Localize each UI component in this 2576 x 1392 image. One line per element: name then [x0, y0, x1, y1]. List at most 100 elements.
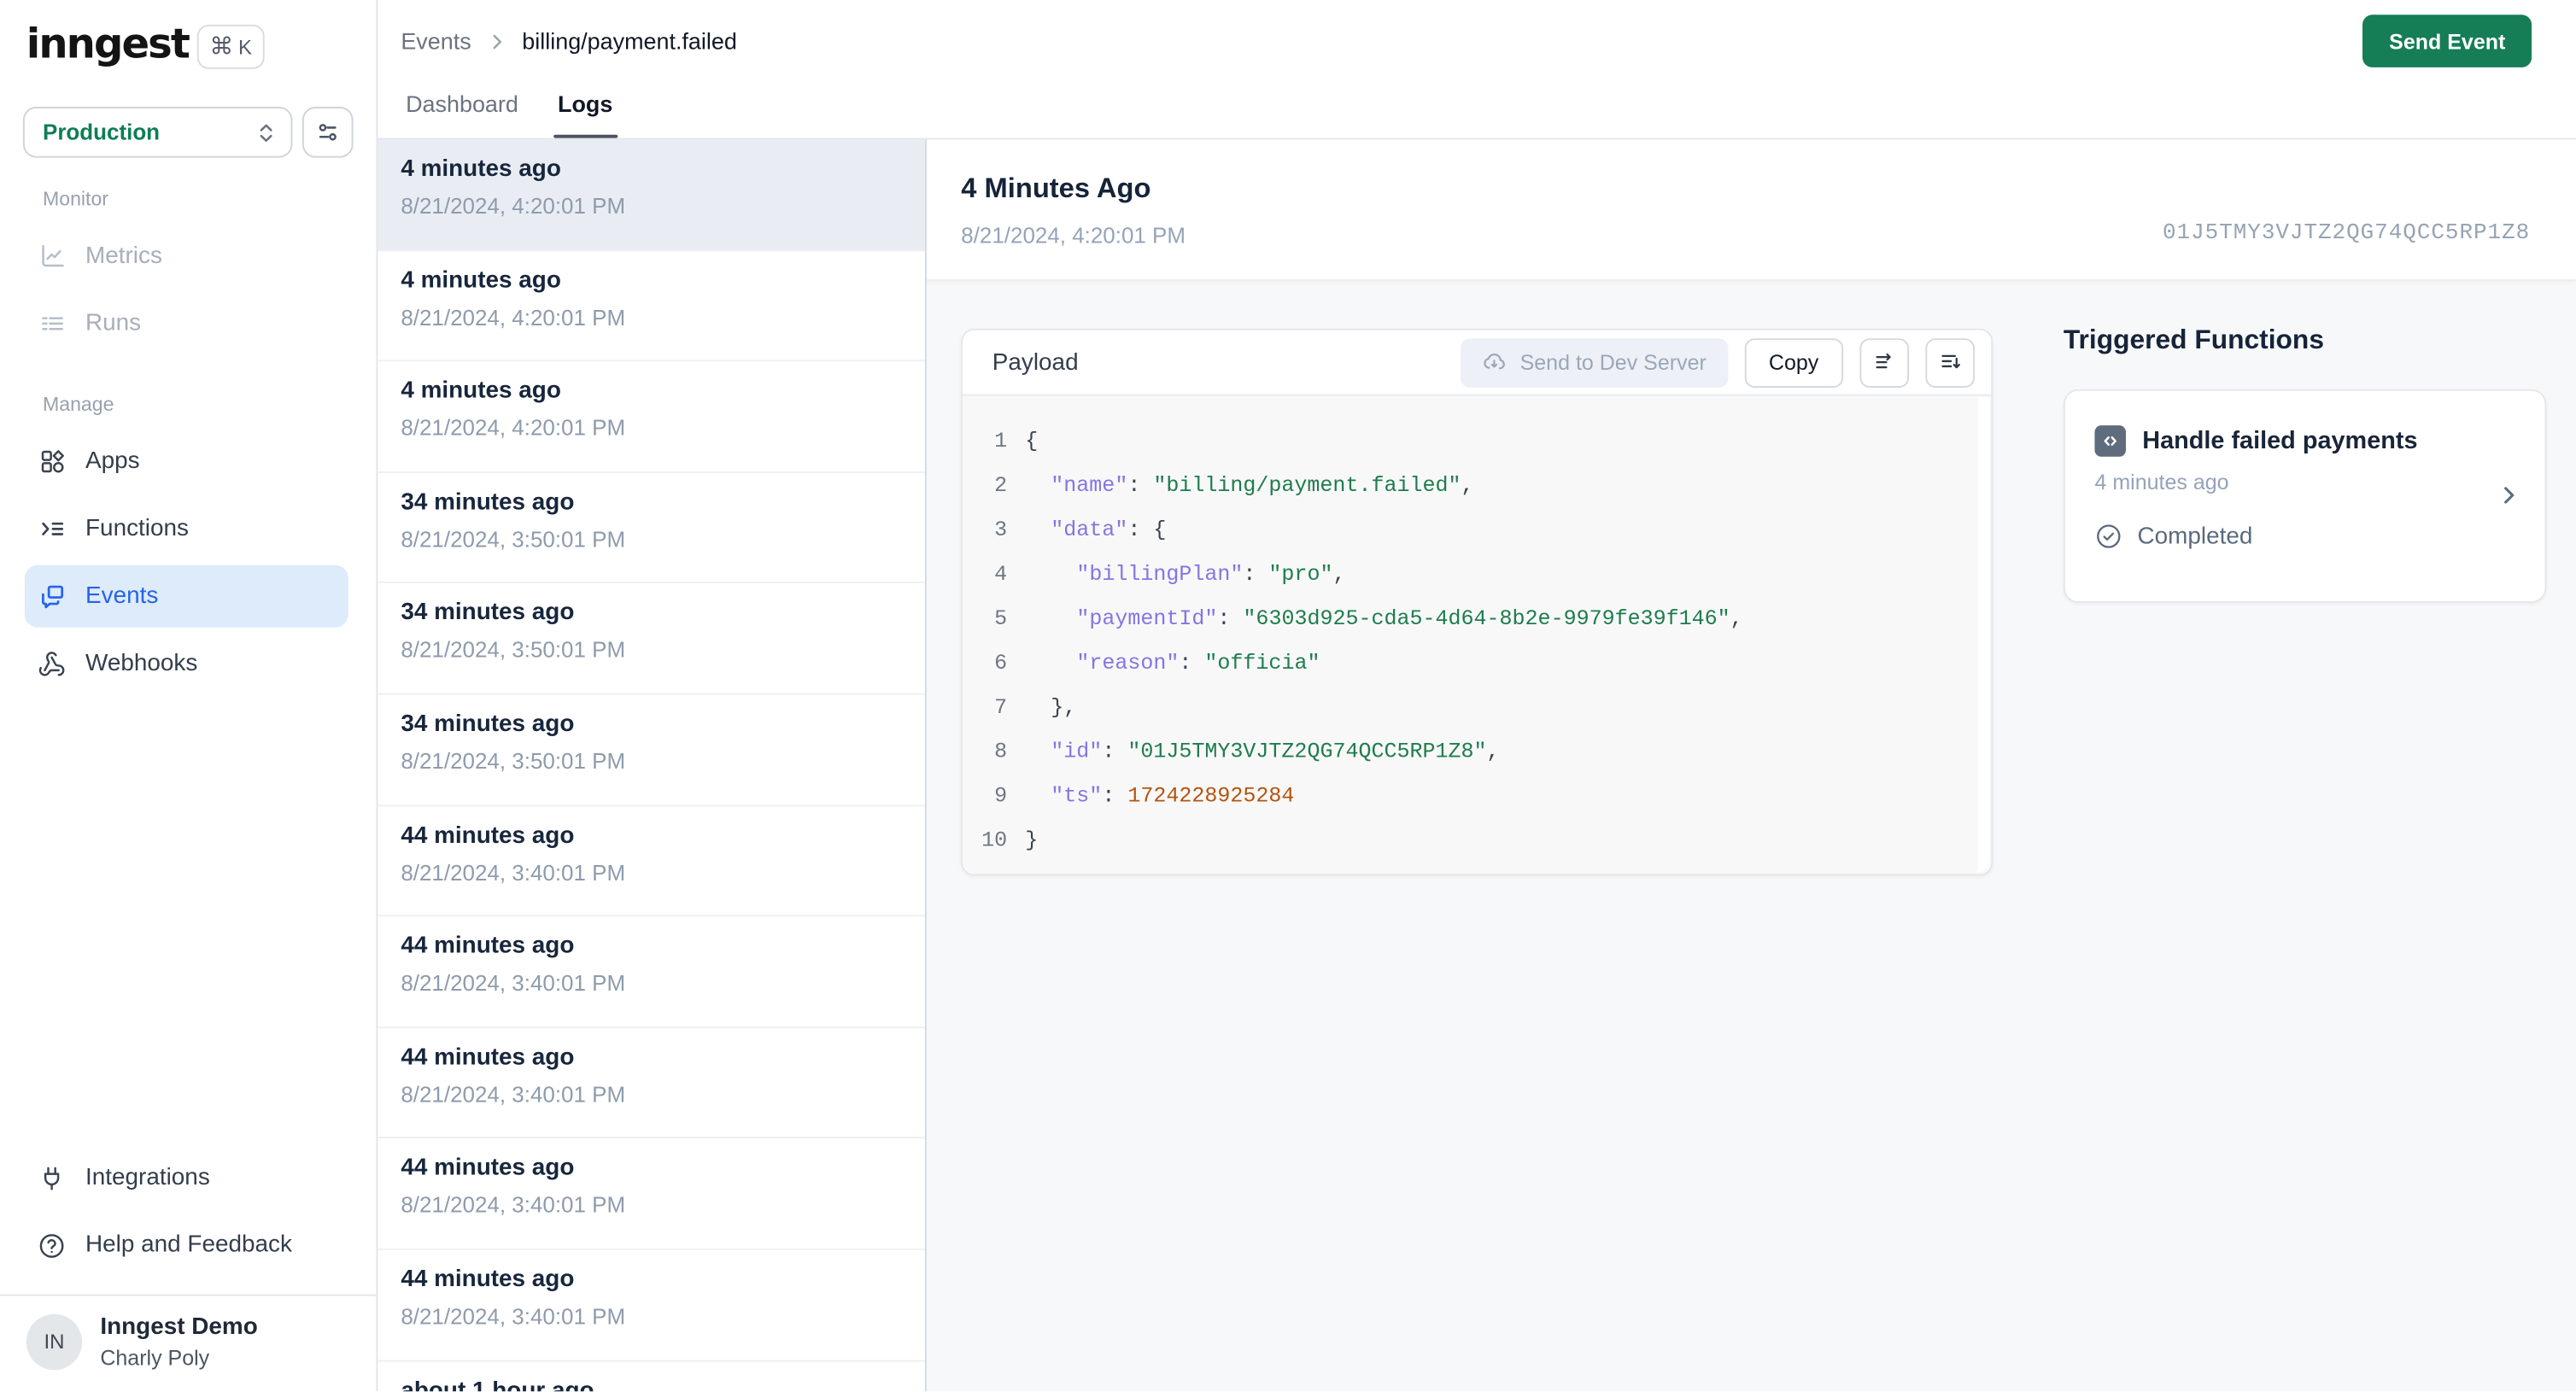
payload-card: Payload Send to Dev Server Copy 1 {2 "n… [961, 328, 1993, 876]
event-item-timestamp: 8/21/2024, 3:50:01 PM [401, 749, 626, 774]
send-to-dev-server-label: Send to Dev Server [1519, 349, 1707, 375]
triggered-function-card[interactable]: Handle failed payments 4 minutes ago Compl… [2063, 389, 2547, 603]
line-number: 5 [994, 605, 1008, 631]
user-menu[interactable]: IN Inngest Demo Charly Poly [0, 1296, 376, 1392]
event-item-title: 4 minutes ago [401, 377, 561, 405]
code-text: } [1025, 828, 1039, 853]
function-status-label: Completed [2137, 523, 2253, 550]
function-run-time: 4 minutes ago [2094, 470, 2229, 494]
tab-logs[interactable]: Logs [553, 74, 619, 138]
sidebar-item-label: Help and Feedback [85, 1232, 292, 1260]
code-text: "name": "billing/payment.failed", [1051, 472, 1474, 498]
code-text: "ts": 1724228925284 [1051, 783, 1295, 809]
event-list-item[interactable]: 34 minutes ago 8/21/2024, 3:50:01 PM [378, 695, 925, 806]
event-list-item[interactable]: 44 minutes ago 8/21/2024, 3:40:01 PM [378, 806, 925, 917]
event-list-item[interactable]: 44 minutes ago 8/21/2024, 3:40:01 PM [378, 1250, 925, 1361]
event-item-timestamp: 8/21/2024, 3:40:01 PM [401, 1304, 626, 1329]
sidebar-item-webhooks[interactable]: Webhooks [25, 633, 348, 695]
event-list-item[interactable]: 34 minutes ago 8/21/2024, 3:50:01 PM [378, 584, 925, 695]
sidebar-footer: Integrations Help and Feedback IN Innges… [0, 1147, 377, 1392]
payload-code-editor[interactable]: 1{2 "name": "billing/payment.failed", 3 "… [963, 395, 1992, 874]
event-list-item[interactable]: 4 minutes ago 8/21/2024, 4:20:01 PM [378, 251, 925, 362]
chevron-right-icon [2497, 483, 2522, 508]
code-line: 6 "reason": "officia" [963, 640, 1991, 685]
event-item-title: about 1 hour ago [401, 1377, 594, 1392]
user-subtitle: Charly Poly [100, 1346, 210, 1371]
event-list-item[interactable]: 44 minutes ago 8/21/2024, 3:40:01 PM [378, 1028, 925, 1139]
code-text: "billingPlan": "pro", [1076, 561, 1346, 587]
event-item-title: 34 minutes ago [401, 599, 575, 627]
shortcut-key-label: K [238, 35, 253, 59]
user-name: Inngest Demo [100, 1314, 258, 1342]
event-list-item[interactable]: 44 minutes ago 8/21/2024, 3:40:01 PM [378, 917, 925, 1028]
word-wrap-button[interactable] [1859, 337, 1910, 387]
event-list-items: 4 minutes ago 8/21/2024, 4:20:01 PM 4 minu… [378, 139, 925, 1392]
payload-title: Payload [992, 348, 1079, 376]
sidebar-item-integrations[interactable]: Integrations [25, 1147, 348, 1209]
check-circle-icon [2094, 523, 2122, 551]
scroll-to-bottom-button[interactable] [1925, 337, 1976, 387]
breadcrumb: Events billing/payment.failed [401, 28, 736, 55]
function-code-icon [2094, 425, 2127, 457]
event-list: 4 minutes ago 8/21/2024, 4:20:01 PM 4 minu… [378, 139, 927, 1392]
code-line: 7 }, [963, 685, 1991, 729]
inngest-logo: inngest [26, 20, 190, 67]
event-item-title: 4 minutes ago [401, 266, 561, 294]
events-messages-icon [38, 582, 66, 611]
runs-list-icon [38, 310, 66, 338]
code-scrollbar[interactable] [1977, 397, 1990, 873]
event-item-title: 44 minutes ago [401, 822, 575, 849]
sidebar-item-label: Apps [85, 448, 140, 475]
nav-section-monitor: Monitor [43, 187, 108, 211]
sidebar-item-metrics[interactable]: Metrics [25, 225, 348, 288]
event-item-timestamp: 8/21/2024, 3:50:01 PM [401, 638, 626, 663]
triggered-functions-heading: Triggered Functions [2063, 325, 2325, 355]
app-root: inngest ⌘ K Production Monitor Metrics R… [0, 0, 2576, 1392]
code-line: 9 "ts": 1724228925284 [963, 774, 1991, 818]
event-item-timestamp: 8/21/2024, 4:20:01 PM [401, 304, 626, 330]
sidebar-item-functions[interactable]: Functions [25, 498, 348, 560]
environment-selector[interactable]: Production [22, 107, 293, 158]
copy-button[interactable]: Copy [1744, 337, 1844, 387]
environment-settings-button[interactable] [302, 107, 354, 158]
event-item-timestamp: 8/21/2024, 3:40:01 PM [401, 1193, 626, 1218]
send-to-dev-server-button[interactable]: Send to Dev Server [1461, 337, 1728, 387]
send-event-button[interactable]: Send Event [2362, 15, 2532, 67]
code-line: 3 "data": { [963, 507, 1991, 552]
event-item-timestamp: 8/21/2024, 3:50:01 PM [401, 527, 626, 552]
sidebar-item-help-and-feedback[interactable]: Help and Feedback [25, 1214, 348, 1277]
code-text: { [1025, 429, 1039, 453]
breadcrumb-current: billing/payment.failed [522, 27, 737, 55]
event-item-timestamp: 8/21/2024, 3:40:01 PM [401, 1082, 626, 1107]
breadcrumb-events-link[interactable]: Events [401, 28, 471, 55]
event-detail-panel: 4 Minutes Ago 8/21/2024, 4:20:01 PM 01J5… [926, 139, 2576, 1392]
event-detail-header: 4 Minutes Ago 8/21/2024, 4:20:01 PM 01J5… [926, 139, 2576, 281]
sidebar-item-apps[interactable]: Apps [25, 430, 348, 493]
lines-arrow-down-icon [1938, 350, 1963, 375]
event-list-item[interactable]: 34 minutes ago 8/21/2024, 3:50:01 PM [378, 473, 925, 584]
event-item-timestamp: 8/21/2024, 3:40:01 PM [401, 971, 626, 996]
tab-dashboard[interactable]: Dashboard [401, 74, 523, 138]
event-list-item[interactable]: 4 minutes ago 8/21/2024, 4:20:01 PM [378, 139, 925, 251]
code-text: "data": { [1051, 517, 1167, 542]
event-list-item[interactable]: about 1 hour ago [378, 1361, 925, 1392]
functions-list-icon [38, 515, 66, 543]
event-list-item[interactable]: 44 minutes ago 8/21/2024, 3:40:01 PM [378, 1139, 925, 1250]
sidebar-item-events[interactable]: Events [24, 564, 348, 628]
triggered-functions-list: Handle failed payments 4 minutes ago Compl… [2063, 389, 2547, 603]
function-name: Handle failed payments [2142, 427, 2418, 455]
chevron-right-icon [486, 31, 507, 52]
cloud-download-icon [1482, 350, 1507, 375]
event-detail-timestamp: 8/21/2024, 4:20:01 PM [961, 223, 1186, 249]
sliders-icon [315, 120, 340, 144]
apps-grid-icon [38, 447, 66, 476]
event-list-item[interactable]: 4 minutes ago 8/21/2024, 4:20:01 PM [378, 362, 925, 473]
event-item-title: 44 minutes ago [401, 933, 575, 960]
event-detail-title: 4 Minutes Ago [961, 172, 1151, 204]
sidebar-item-runs[interactable]: Runs [25, 292, 348, 354]
metrics-chart-icon [38, 243, 66, 271]
function-header: Handle failed payments [2094, 425, 2515, 457]
command-k-shortcut[interactable]: ⌘ K [196, 24, 265, 69]
topbar: Events billing/payment.failed Dashboard … [378, 0, 2576, 140]
line-number: 2 [994, 472, 1008, 498]
